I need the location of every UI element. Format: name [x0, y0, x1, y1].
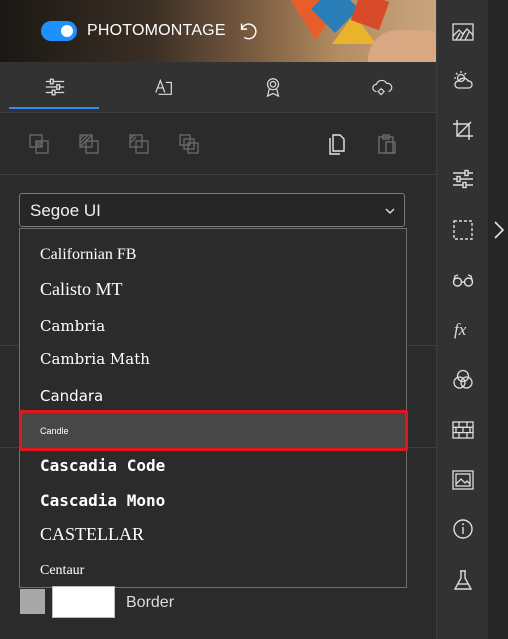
font-option[interactable]: Candara — [20, 378, 406, 413]
cloud-settings-icon — [371, 79, 392, 96]
font-select-value: Segoe UI — [30, 201, 101, 220]
tools-sidebar: fx — [436, 0, 489, 639]
adjustments-icon[interactable] — [451, 167, 475, 191]
font-option[interactable]: Cascadia Code — [20, 448, 406, 483]
svg-text:fx: fx — [454, 320, 467, 339]
crop-icon[interactable] — [451, 118, 475, 142]
info-icon[interactable] — [451, 517, 475, 541]
font-option[interactable]: Calisto MT — [20, 272, 406, 307]
paste-icon[interactable] — [375, 132, 399, 156]
color-circles-icon[interactable] — [451, 368, 475, 392]
selection-icon[interactable] — [451, 218, 475, 242]
tab-badge[interactable] — [218, 62, 327, 112]
arrange-toolbar — [0, 118, 436, 174]
font-option[interactable]: Cambria Math — [20, 341, 406, 376]
landscape-icon[interactable] — [451, 20, 475, 44]
selection-highlight-box — [19, 410, 408, 451]
weather-icon[interactable] — [451, 69, 475, 93]
font-option-label: Calisto MT — [40, 279, 123, 299]
tab-adjust[interactable] — [0, 62, 109, 112]
layer-back-icon[interactable] — [27, 132, 51, 156]
layer-backward-icon[interactable] — [77, 132, 101, 156]
font-option[interactable]: Cascadia Mono — [20, 483, 406, 518]
font-option-label: Cascadia Mono — [40, 491, 166, 510]
border-color-swatch[interactable] — [20, 589, 45, 614]
banner-image-hand — [368, 30, 436, 62]
undo-icon[interactable] — [237, 20, 259, 42]
font-option-label: Californian FB — [40, 245, 137, 263]
photomontage-toggle[interactable] — [41, 21, 77, 41]
layer-forward-icon[interactable] — [127, 132, 151, 156]
divider — [0, 174, 436, 175]
font-option-label: CASTELLAR — [40, 524, 145, 544]
border-fill-box[interactable] — [52, 586, 115, 618]
tab-bar — [0, 62, 436, 113]
app-title: PHOTOMONTAGE — [87, 22, 226, 39]
font-option[interactable]: Centaur — [20, 553, 406, 588]
font-option[interactable]: Californian FB — [20, 237, 406, 272]
font-option-label: Cascadia Code — [40, 456, 166, 475]
brick-wall-icon[interactable] — [451, 418, 475, 442]
image-frame-icon[interactable] — [451, 468, 475, 492]
font-option[interactable]: CASTELLAR — [20, 517, 406, 552]
tab-text[interactable] — [109, 62, 218, 112]
fx-icon[interactable]: fx — [451, 317, 475, 341]
award-icon — [266, 78, 279, 98]
chevron-down-icon — [385, 208, 395, 214]
flask-icon[interactable] — [451, 568, 475, 592]
layer-front-icon[interactable] — [177, 132, 201, 156]
glasses-icon[interactable] — [451, 268, 475, 292]
copy-icon[interactable] — [325, 132, 349, 156]
active-tab-indicator — [9, 107, 99, 109]
text-box-icon — [154, 78, 172, 95]
font-option-label: Cambria Math — [40, 349, 150, 368]
chevron-right-icon[interactable] — [491, 219, 507, 241]
font-option-label: Cambria — [40, 316, 106, 335]
font-option-label: Candara — [40, 386, 104, 405]
sliders-icon — [45, 78, 64, 96]
tab-cloud[interactable] — [327, 62, 436, 112]
border-label: Border — [126, 594, 175, 611]
font-option-label: Centaur — [40, 562, 85, 578]
font-option[interactable]: Cambria — [20, 308, 406, 343]
font-dropdown-list: Californian FB Calisto MT Cambria Cambri… — [19, 228, 407, 588]
font-family-select[interactable]: Segoe UI — [19, 193, 405, 227]
collapsed-panel-edge — [488, 0, 508, 639]
